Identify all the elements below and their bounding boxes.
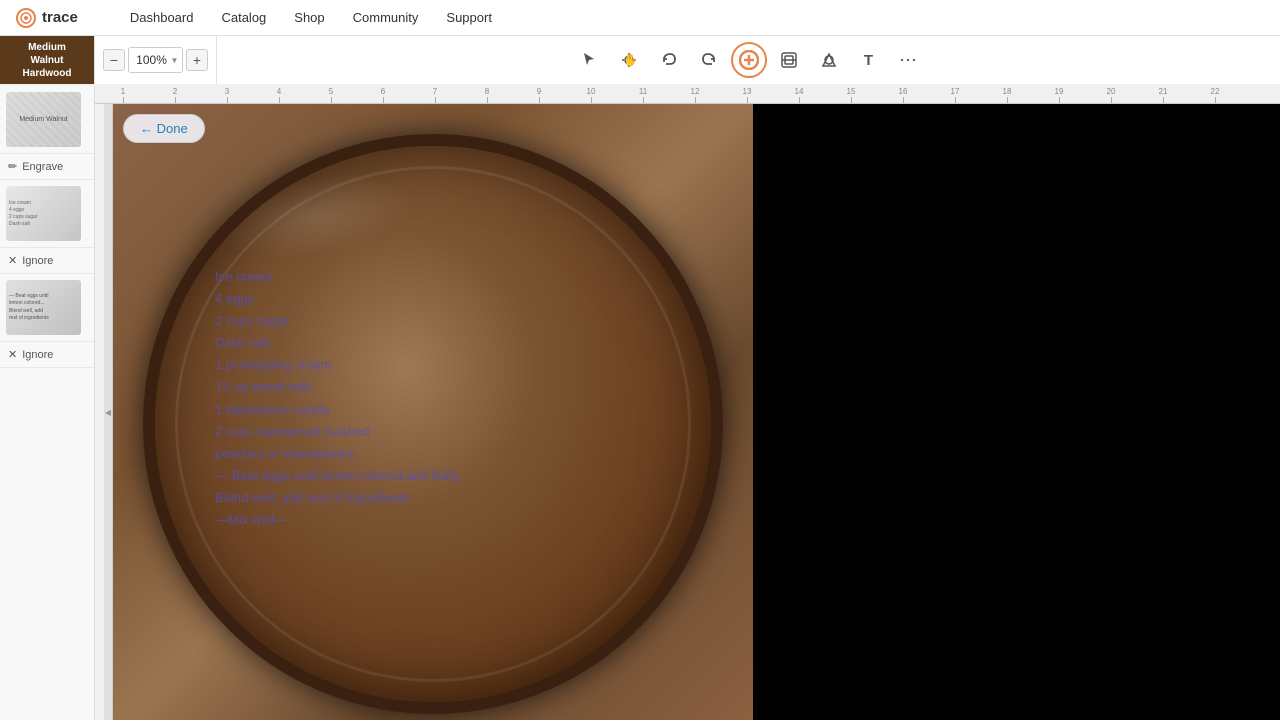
thumbnail-1[interactable]: Medium Walnut — [0, 86, 94, 154]
ruler-mark-top-3: 3 — [201, 87, 253, 103]
ruler-mark-top-9: 9 — [513, 87, 565, 103]
ruler-mark-top-22: 22 — [1189, 87, 1241, 103]
more-options-button[interactable]: ⋯ — [891, 42, 927, 78]
thumbnail-3[interactable]: — Beat eggs untillemon colored...Blend w… — [0, 274, 94, 342]
thumbnail-2[interactable]: Ice cream4 eggs2 cups sugarDash salt — [0, 180, 94, 248]
tool-buttons: ✋ — [563, 42, 935, 78]
pencil-icon: ✏ — [8, 160, 17, 173]
logo-icon — [16, 8, 36, 28]
ruler-mark-top-1: 1 — [97, 87, 149, 103]
ruler-mark-top-15: 15 — [825, 87, 877, 103]
nav-support[interactable]: Support — [446, 10, 492, 25]
canvas-area[interactable]: Ice cream 4 eggs 2 cups sugar Dash salt … — [113, 104, 1280, 720]
ruler-mark-top-5: 5 — [305, 87, 357, 103]
done-button[interactable]: ← Done — [123, 114, 205, 143]
zoom-display: ▼ — [128, 47, 183, 73]
redo-button[interactable] — [691, 42, 727, 78]
engrave-label: Engrave — [22, 161, 63, 173]
ignore-action-2[interactable]: ✕ Ignore — [0, 342, 94, 368]
ruler-mark-top-8: 8 — [461, 87, 513, 103]
ruler-top-marks: 12345678910111213141516171819202122 — [95, 86, 1241, 103]
top-navigation: trace Dashboard Catalog Shop Community S… — [0, 0, 1280, 36]
ruler-mark-top-14: 14 — [773, 87, 825, 103]
nav-shop[interactable]: Shop — [294, 10, 324, 25]
ruler-mark-top-11: 11 — [617, 87, 669, 103]
nav-dashboard[interactable]: Dashboard — [130, 10, 194, 25]
ruler-top: 12345678910111213141516171819202122 — [95, 86, 1280, 104]
nav-community[interactable]: Community — [353, 10, 419, 25]
ruler-mark-top-6: 6 — [357, 87, 409, 103]
nav-links: Dashboard Catalog Shop Community Support — [130, 10, 492, 25]
ruler-mark-top-16: 16 — [877, 87, 929, 103]
ruler-mark-top-17: 17 — [929, 87, 981, 103]
close-icon-2: ✕ — [8, 348, 17, 361]
ruler-mark-top-7: 7 — [409, 87, 461, 103]
wooden-plate: Ice cream 4 eggs 2 cups sugar Dash salt … — [143, 134, 723, 714]
ruler-mark-top-12: 12 — [669, 87, 721, 103]
close-icon-1: ✕ — [8, 254, 17, 267]
app-name: trace — [42, 9, 78, 26]
ruler-mark-top-10: 10 — [565, 87, 617, 103]
ruler-mark-top-21: 21 — [1137, 87, 1189, 103]
ruler-mark-top-20: 20 — [1085, 87, 1137, 103]
zoom-dropdown-icon: ▼ — [171, 56, 179, 65]
pan-tool[interactable]: ✋ — [611, 42, 647, 78]
ignore-action-1[interactable]: ✕ Ignore — [0, 248, 94, 274]
material-badge[interactable]: Medium Walnut Hardwood — [0, 36, 95, 84]
ruler-collapse[interactable]: ◀ — [104, 104, 113, 720]
ignore-label-1: Ignore — [22, 255, 53, 267]
ruler-mark-top-2: 2 — [149, 87, 201, 103]
add-button[interactable] — [731, 42, 767, 78]
text-tool[interactable]: T — [851, 42, 887, 78]
scan-tool[interactable] — [771, 42, 807, 78]
ruler-mark-top-13: 13 — [721, 87, 773, 103]
svg-text:✋: ✋ — [623, 53, 638, 67]
ignore-label-2: Ignore — [22, 349, 53, 361]
toolbar: Medium Walnut Hardwood − ▼ + ✋ — [0, 36, 1280, 86]
ruler-mark-top-18: 18 — [981, 87, 1033, 103]
select-tool[interactable] — [571, 42, 607, 78]
app-logo[interactable]: trace — [16, 8, 78, 28]
shape-tool[interactable] — [811, 42, 847, 78]
ruler-mark-top-19: 19 — [1033, 87, 1085, 103]
engrave-action[interactable]: ✏ Engrave — [0, 154, 94, 180]
undo-button[interactable] — [651, 42, 687, 78]
zoom-input[interactable] — [133, 53, 171, 67]
ruler-mark-top-4: 4 — [253, 87, 305, 103]
recipe-text: Ice cream 4 eggs 2 cups sugar Dash salt … — [215, 266, 462, 531]
zoom-in-button[interactable]: + — [186, 49, 208, 71]
nav-catalog[interactable]: Catalog — [221, 10, 266, 25]
material-badge-text: Medium Walnut Hardwood — [23, 41, 72, 80]
left-panel: Medium Walnut ✏ Engrave Ice cream4 eggs2… — [0, 86, 95, 720]
zoom-out-button[interactable]: − — [103, 49, 125, 71]
